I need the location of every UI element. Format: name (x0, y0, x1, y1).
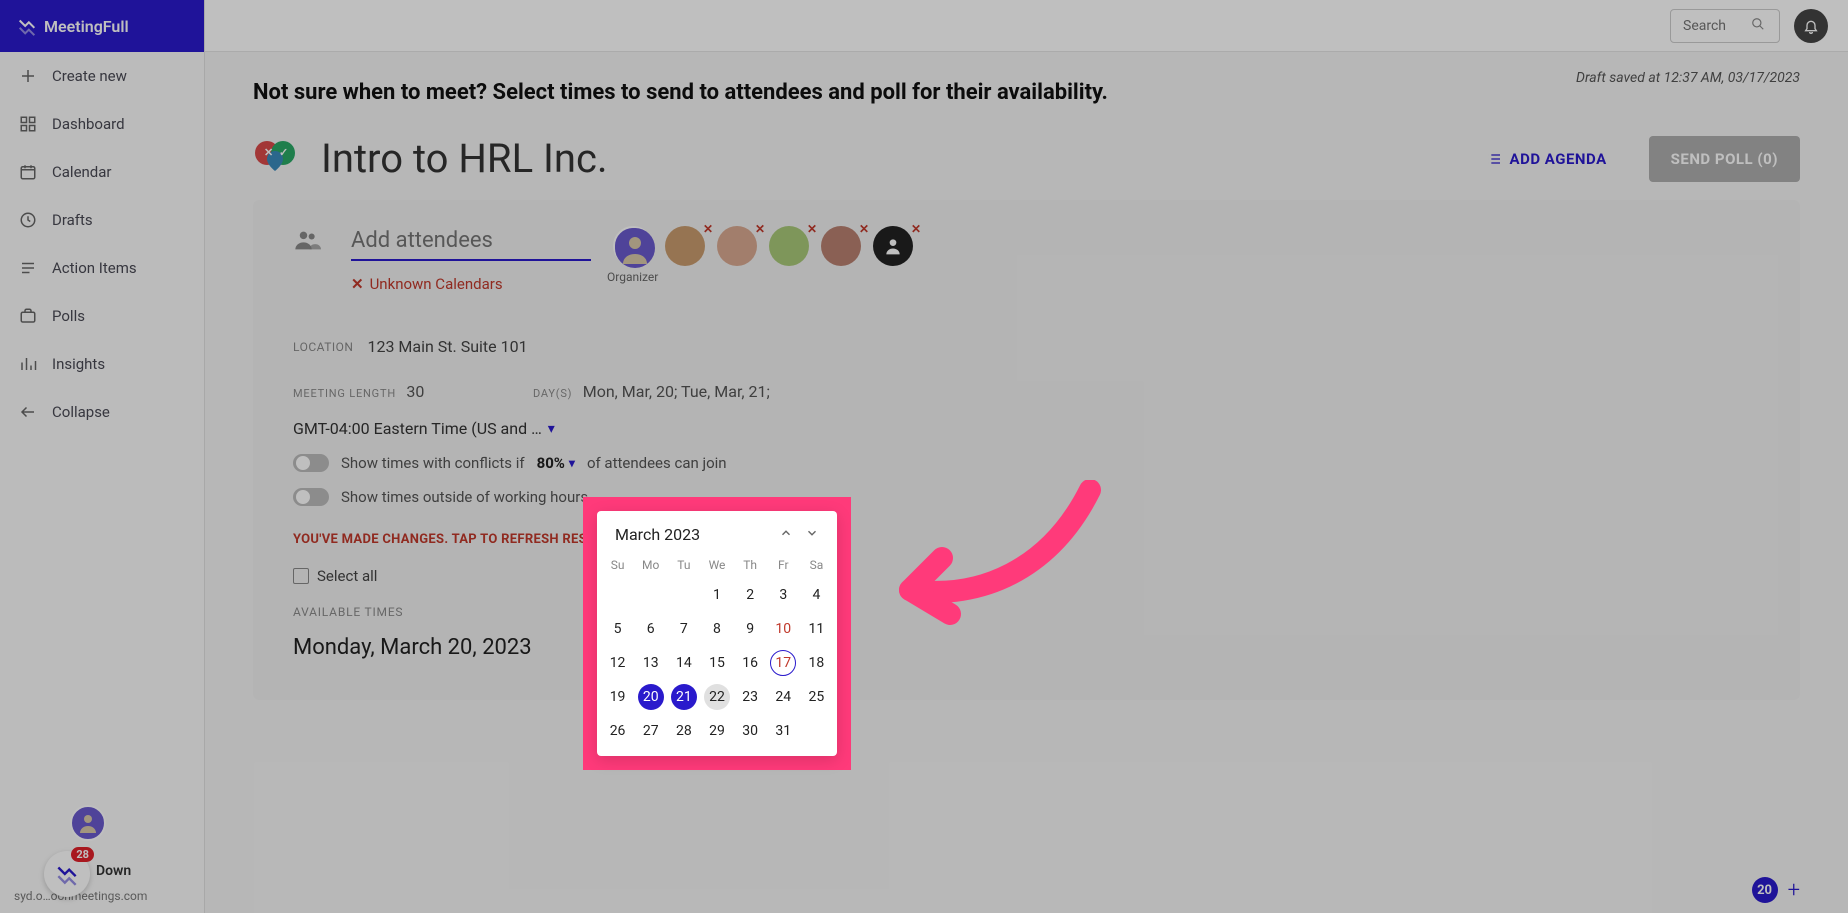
calendar-day[interactable]: 22 (700, 680, 733, 714)
calendar-day[interactable]: 30 (734, 714, 767, 748)
chevron-down-icon (805, 526, 819, 540)
calendar-day[interactable]: 16 (734, 646, 767, 680)
calendar-day[interactable]: 23 (734, 680, 767, 714)
annotation-frame: March 2023 SuMoTuWeThFrSa123456789101112… (583, 497, 851, 770)
calendar-grid: SuMoTuWeThFrSa12345678910111213141516171… (601, 552, 833, 748)
calendar-day[interactable]: 1 (700, 578, 733, 612)
calendar-day[interactable]: 8 (700, 612, 733, 646)
calendar-day[interactable]: 5 (601, 612, 634, 646)
prev-month-button[interactable] (779, 525, 793, 544)
next-month-button[interactable] (805, 525, 819, 544)
calendar-day[interactable]: 19 (601, 680, 634, 714)
calendar-month-title: March 2023 (615, 525, 700, 544)
calendar-day[interactable]: 17 (767, 646, 800, 680)
calendar-dow: We (700, 552, 733, 578)
calendar-day (634, 578, 667, 612)
calendar-day[interactable]: 27 (634, 714, 667, 748)
calendar-day (667, 578, 700, 612)
calendar-day (800, 714, 833, 748)
calendar-day[interactable]: 20 (634, 680, 667, 714)
calendar-day[interactable]: 11 (800, 612, 833, 646)
calendar-day[interactable]: 4 (800, 578, 833, 612)
calendar-day[interactable]: 24 (767, 680, 800, 714)
calendar-dow: Mo (634, 552, 667, 578)
calendar-day[interactable]: 2 (734, 578, 767, 612)
calendar-dow: Su (601, 552, 634, 578)
calendar-day[interactable]: 29 (700, 714, 733, 748)
calendar-day[interactable]: 28 (667, 714, 700, 748)
calendar-day[interactable]: 13 (634, 646, 667, 680)
calendar-dow: Fr (767, 552, 800, 578)
calendar-day[interactable]: 10 (767, 612, 800, 646)
calendar-day[interactable]: 9 (734, 612, 767, 646)
calendar-day[interactable]: 7 (667, 612, 700, 646)
calendar-day[interactable]: 21 (667, 680, 700, 714)
modal-overlay[interactable] (0, 0, 1848, 913)
calendar-day[interactable]: 6 (634, 612, 667, 646)
calendar-day[interactable]: 3 (767, 578, 800, 612)
calendar-day[interactable]: 18 (800, 646, 833, 680)
calendar-day[interactable]: 26 (601, 714, 634, 748)
calendar-day[interactable]: 12 (601, 646, 634, 680)
calendar-dow: Th (734, 552, 767, 578)
calendar-dow: Sa (800, 552, 833, 578)
calendar-dow: Tu (667, 552, 700, 578)
calendar-day[interactable]: 25 (800, 680, 833, 714)
date-picker: March 2023 SuMoTuWeThFrSa123456789101112… (597, 511, 837, 756)
calendar-day[interactable]: 14 (667, 646, 700, 680)
calendar-day (601, 578, 634, 612)
chevron-up-icon (779, 526, 793, 540)
calendar-day[interactable]: 31 (767, 714, 800, 748)
calendar-day[interactable]: 15 (700, 646, 733, 680)
